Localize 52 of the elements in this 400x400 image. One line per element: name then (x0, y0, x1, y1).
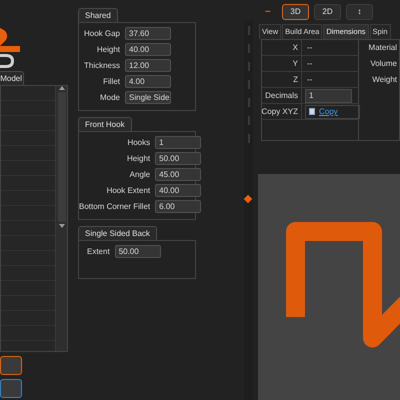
group-tab[interactable]: Shared (78, 8, 118, 22)
clipboard-icon[interactable] (309, 108, 315, 115)
input-field[interactable]: 40.00 (155, 184, 202, 197)
slider-handle[interactable] (244, 194, 252, 203)
input-field[interactable]: 50.00 (114, 245, 161, 258)
value-text: -- (306, 75, 312, 84)
input-field[interactable]: 6.00 (155, 200, 202, 213)
group-tab[interactable]: Single Sided Back (78, 226, 157, 240)
action-button[interactable] (0, 356, 22, 375)
input-field[interactable]: 50.00 (155, 152, 202, 165)
view-mode-button[interactable]: 2D (314, 4, 341, 20)
row-label: Y (262, 56, 302, 71)
field-label: Hooks (126, 138, 150, 147)
row-label: Copy XYZ (262, 104, 302, 119)
field-label: Extent (87, 247, 110, 256)
input-field[interactable]: 45.00 (155, 168, 202, 181)
input-field[interactable]: 40.00 (125, 43, 171, 56)
field-label: Mode (98, 93, 120, 102)
input-field[interactable]: 12.00 (125, 59, 171, 72)
input-field[interactable]: 1 (305, 88, 352, 102)
row-label: Decimals (262, 88, 302, 103)
model-tab[interactable]: Model (0, 71, 24, 85)
copy-link[interactable]: Copy (319, 107, 338, 116)
field-label: Fillet (102, 77, 120, 86)
row-label: Z (262, 72, 302, 87)
property-label: Volume (370, 58, 398, 70)
value-text: -- (306, 59, 312, 68)
row-label: X (262, 40, 302, 55)
zoom-slider[interactable] (244, 20, 253, 400)
scroll-down-icon[interactable] (58, 224, 64, 228)
scrollbar[interactable] (55, 86, 67, 351)
view-mode-button[interactable]: 3D (282, 4, 309, 20)
field-label: Hook Gap (82, 29, 120, 38)
group-tab[interactable]: Front Hook (78, 117, 132, 131)
input-field[interactable]: 1 (155, 136, 202, 149)
collapse-button[interactable]: – (265, 6, 277, 17)
viewport[interactable] (258, 174, 400, 400)
input-field[interactable]: 37.60 (125, 27, 171, 40)
field-label: Height (126, 154, 150, 163)
action-button[interactable] (0, 379, 22, 398)
field-label: Bottom Corner Fillet (79, 202, 150, 211)
field-label: Hook Extent (106, 186, 150, 195)
scroll-up-icon[interactable] (58, 86, 64, 90)
field-label: Angle (128, 170, 150, 179)
field-label: Thickness (82, 61, 120, 70)
property-label: Material (368, 42, 398, 54)
view-mode-button[interactable]: ↕ (346, 4, 373, 20)
value-text: -- (306, 43, 312, 52)
input-field[interactable]: 4.00 (125, 75, 171, 88)
property-label: Weight (372, 74, 398, 86)
field-label: Height (96, 45, 120, 54)
input-field[interactable]: Single Side (125, 91, 171, 104)
